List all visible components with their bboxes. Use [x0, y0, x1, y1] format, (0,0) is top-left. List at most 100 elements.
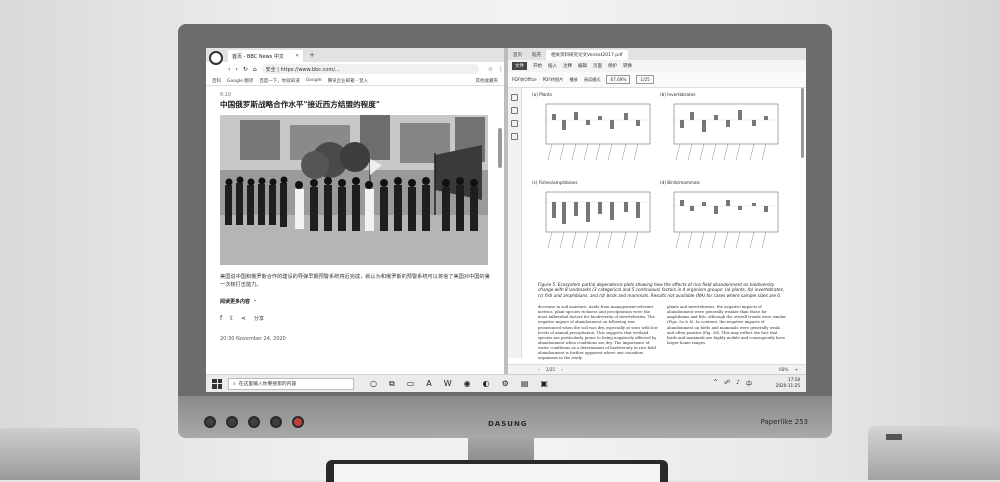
figure-panel-a: (a) Plants	[532, 92, 654, 172]
system-tray: ^ ☍ ♪ 中	[713, 379, 752, 388]
reload-icon[interactable]: ↻	[243, 66, 248, 73]
tool-play[interactable]: 播放	[569, 77, 577, 83]
scrollbar[interactable]	[801, 88, 804, 158]
new-tab-icon[interactable]: +	[309, 51, 315, 59]
forward-icon[interactable]: ›	[235, 66, 237, 73]
browser-logo-icon[interactable]	[209, 51, 223, 65]
hardware-button[interactable]	[226, 416, 238, 428]
share-label[interactable]: 分享	[254, 315, 264, 322]
home-icon[interactable]: ⌂	[253, 66, 257, 73]
read-more-link[interactable]: 阅读更多内容 ›	[220, 298, 490, 305]
pdf-menu: 文件 开始 插入 注释 编辑 页面 保护 转换	[508, 60, 806, 72]
article-time: 6:10	[220, 92, 232, 98]
tab-pdf-document[interactable]: 相关资料研究论文Venkat2017.pdf	[546, 50, 628, 60]
monitor: 首页 - BBC News 中文 ✕ + ‹ › ↻ ⌂ 安全 | https:…	[178, 24, 832, 438]
bookmark-item[interactable]: Google 翻译	[227, 78, 253, 84]
hardware-buttons	[204, 416, 304, 428]
article-caption: 美国说中国和俄罗斯合作的建设的导弹早期预警系统将近完成，就认为和俄罗斯的预警系统…	[220, 274, 490, 289]
power-button[interactable]	[292, 416, 304, 428]
cortana-icon[interactable]: ○	[370, 379, 377, 388]
bookmark-item[interactable]: Google	[306, 78, 322, 83]
task-view-icon[interactable]: ⧉	[389, 379, 395, 389]
menu-item[interactable]: 转换	[623, 63, 632, 69]
tool-pdf-to-image[interactable]: PDF转图片	[543, 77, 564, 83]
media-icon[interactable]: ◐	[483, 379, 490, 388]
word-icon[interactable]: W	[444, 379, 452, 388]
share-bar: f 𝕥 ⋖ 分享	[220, 315, 490, 322]
next-page-icon[interactable]: ›	[561, 367, 563, 372]
screen: 首页 - BBC News 中文 ✕ + ‹ › ↻ ⌂ 安全 | https:…	[206, 48, 806, 392]
monitor-model: Paperlike 253	[760, 418, 808, 426]
tool-pdf-to-office[interactable]: PDF转Office	[512, 77, 537, 83]
windows-start-icon[interactable]	[210, 377, 224, 391]
folder-icon[interactable]: ▭	[407, 379, 415, 388]
article-headline[interactable]: 中国俄罗斯战略合作水平"接近西方结盟的程度"	[220, 100, 490, 109]
hardware-button[interactable]	[270, 416, 282, 428]
browser-tab[interactable]: 首页 - BBC News 中文 ✕	[228, 50, 304, 62]
tab-title: 首页 - BBC News 中文	[232, 53, 284, 60]
panel-title: (c) Fishes/amphibians	[532, 180, 578, 185]
menu-file[interactable]: 文件	[512, 62, 527, 70]
parade-photo	[220, 115, 488, 266]
bookmark-item[interactable]: 腾讯企业邮箱 - 登入	[328, 78, 368, 84]
chevron-up-icon[interactable]: ^	[713, 379, 718, 388]
tab-docer[interactable]: 稻壳	[527, 50, 546, 60]
bookmark-item[interactable]: 百科	[212, 78, 221, 84]
menu-item[interactable]: 开始	[533, 63, 542, 69]
figure-panel-d: (d) Birds/mammals	[660, 180, 782, 260]
tool-read-mode[interactable]: 阅读模式	[584, 77, 601, 83]
menu-item[interactable]: 保护	[608, 63, 617, 69]
pdf-page: (a) Plants (b) Invertebrates (c) Fishes/…	[532, 90, 794, 360]
prev-page-icon[interactable]: ‹	[538, 367, 540, 372]
browser-navbar: ‹ › ↻ ⌂ 安全 | https://www.bbc.com/... ☆ ⋮	[206, 62, 504, 76]
clock[interactable]: 17:18 2020-11-25	[776, 377, 800, 389]
taskbar-search[interactable]: ⌕ 在这里输入你要搜索的内容	[228, 377, 354, 390]
volume-icon[interactable]: ♪	[736, 379, 740, 388]
zoom-in-icon[interactable]: +	[794, 367, 798, 372]
facebook-icon[interactable]: f	[220, 315, 222, 322]
url-bar[interactable]: 安全 | https://www.bbc.com/...	[261, 64, 479, 74]
clock-date: 2020-11-25	[775, 382, 800, 388]
hardware-button[interactable]	[204, 416, 216, 428]
twitter-icon[interactable]: 𝕥	[230, 315, 233, 322]
scrollbar[interactable]	[498, 128, 502, 168]
menu-item[interactable]: 注释	[563, 63, 572, 69]
menu-item[interactable]: 页面	[593, 63, 602, 69]
menu-item[interactable]: 插入	[548, 63, 557, 69]
right-speaker	[868, 426, 1000, 480]
taskbar-apps: ○ ⧉ ▭ A W ◉ ◐ ⚙ ▤ ▣	[370, 379, 548, 389]
other-bookmarks[interactable]: 其他收藏夹	[476, 78, 499, 84]
settings-icon[interactable]: ⚙	[502, 379, 509, 388]
font-icon[interactable]: A	[426, 379, 431, 388]
search-placeholder: 在这里输入你要搜索的内容	[238, 382, 297, 387]
article: 6:10 中国俄罗斯战略合作水平"接近西方结盟的程度" 美国说中国和俄罗斯合作的…	[206, 86, 504, 342]
pdf-tabbar: 首页 稻壳 相关资料研究论文Venkat2017.pdf	[508, 48, 806, 60]
figure-panel-c: (c) Fishes/amphibians	[532, 180, 654, 260]
zoom-field[interactable]: 67.69%	[606, 75, 631, 84]
chrome-icon[interactable]: ◉	[464, 379, 471, 388]
body-text: decrease in soil moisture. Aside from ma…	[538, 304, 788, 360]
star-icon[interactable]: ☆	[488, 66, 493, 73]
search-icon: ⌕	[233, 381, 236, 387]
back-icon[interactable]: ‹	[228, 66, 230, 73]
bookmark-item[interactable]: 百度一下，你就知道	[259, 78, 300, 84]
image-app-icon[interactable]: ▣	[540, 379, 548, 388]
status-zoom[interactable]: 68%	[779, 367, 788, 372]
pdf-app-icon[interactable]: ▤	[521, 379, 529, 388]
search-icon[interactable]	[511, 133, 518, 140]
menu-item[interactable]: 编辑	[578, 63, 587, 69]
share-icon[interactable]: ⋖	[241, 315, 246, 322]
thumbnail-icon[interactable]	[511, 94, 518, 101]
article-date: 20:30 November 24, 2020	[220, 335, 286, 342]
page-number-field[interactable]: 1/25	[636, 75, 654, 84]
network-icon[interactable]: ☍	[724, 379, 730, 388]
panel-title: (d) Birds/mammals	[660, 180, 700, 185]
pdf-sidebar	[508, 88, 522, 358]
ime-icon[interactable]: 中	[746, 379, 752, 388]
taskbar: ⌕ 在这里输入你要搜索的内容 ○ ⧉ ▭ A W ◉ ◐ ⚙ ▤ ▣ ^ ☍ ♪…	[206, 374, 806, 392]
tab-home[interactable]: 首页	[508, 50, 527, 60]
close-icon[interactable]: ✕	[295, 53, 299, 59]
bookmark-icon[interactable]	[511, 107, 518, 114]
hardware-button[interactable]	[248, 416, 260, 428]
comment-icon[interactable]	[511, 120, 518, 127]
